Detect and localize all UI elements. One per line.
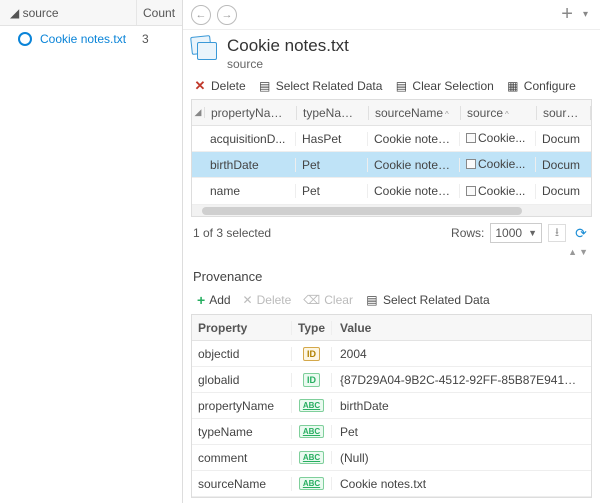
col-sourcename[interactable]: sourceName^ bbox=[369, 106, 461, 120]
selection-status: 1 of 3 selected bbox=[193, 226, 271, 240]
type-text-icon: ABC bbox=[299, 425, 324, 438]
select-related-icon: ▤ bbox=[365, 293, 379, 307]
records-grid: ◢ propertyName^ typeName^ sourceName^ so… bbox=[191, 99, 592, 217]
add-menu-chevron-icon[interactable]: ▾ bbox=[579, 9, 592, 20]
configure-icon: ▦ bbox=[506, 79, 520, 93]
configure-button[interactable]: ▦Configure bbox=[506, 79, 576, 93]
col-type[interactable]: Type bbox=[292, 321, 332, 335]
document-icon bbox=[191, 36, 219, 62]
prov-type-cell: ABC bbox=[292, 399, 332, 412]
detail-panel: ← → + ▾ Cookie notes.txt source ✕Delete … bbox=[183, 0, 600, 503]
prov-type-cell: ABC bbox=[292, 477, 332, 490]
provenance-row[interactable]: globalid ID {87D29A04-9B2C-4512-92FF-85B87… bbox=[192, 367, 591, 393]
rows-label: Rows: bbox=[451, 226, 484, 240]
nav-forward-button[interactable]: → bbox=[217, 5, 237, 25]
col-header-source[interactable]: ◢ source bbox=[0, 6, 136, 20]
plus-icon: + bbox=[197, 292, 205, 308]
delete-button[interactable]: ✕Delete bbox=[193, 79, 246, 93]
col-header-count[interactable]: Count bbox=[136, 0, 182, 25]
eraser-icon: ⌫ bbox=[303, 293, 320, 307]
select-related-icon: ▤ bbox=[258, 79, 272, 93]
source-list-header: ◢ source Count bbox=[0, 0, 182, 26]
top-toolbar: ← → + ▾ bbox=[183, 0, 600, 30]
prov-value-cell: Cookie notes.txt bbox=[332, 477, 591, 491]
records-grid-header: ◢ propertyName^ typeName^ sourceName^ so… bbox=[192, 100, 591, 126]
provenance-row[interactable]: propertyName ABC birthDate bbox=[192, 393, 591, 419]
doc-mini-icon bbox=[466, 186, 476, 196]
prov-value-cell: 2004 bbox=[332, 347, 591, 361]
prov-property-cell: sourceName bbox=[192, 477, 292, 491]
chevron-down-icon: ▼ bbox=[528, 228, 537, 238]
table-row[interactable]: acquisitionD... HasPet Cookie notes... C… bbox=[192, 126, 591, 152]
prov-property-cell: objectid bbox=[192, 347, 292, 361]
type-globalid-icon: ID bbox=[303, 373, 320, 387]
col-value[interactable]: Value bbox=[332, 321, 591, 335]
prov-type-cell: ABC bbox=[292, 425, 332, 438]
clear-selection-button[interactable]: ▤Clear Selection bbox=[394, 79, 493, 93]
horizontal-scrollbar[interactable] bbox=[192, 204, 591, 216]
provenance-row[interactable]: typeName ABC Pet bbox=[192, 419, 591, 445]
provenance-row[interactable]: objectid ID 2004 bbox=[192, 341, 591, 367]
prov-property-cell: typeName bbox=[192, 425, 292, 439]
detail-subtitle: source bbox=[227, 57, 349, 71]
add-button[interactable]: + bbox=[555, 3, 579, 26]
col-source[interactable]: source^ bbox=[461, 106, 537, 120]
doc-mini-icon bbox=[466, 159, 476, 169]
expand-collapse-handle[interactable]: ▲▼ bbox=[183, 247, 600, 257]
source-item-count: 3 bbox=[136, 32, 182, 46]
prov-value-cell: Pet bbox=[332, 425, 591, 439]
type-id-icon: ID bbox=[303, 347, 320, 361]
rows-dropdown[interactable]: 1000▼ bbox=[490, 223, 542, 243]
prov-value-cell: (Null) bbox=[332, 451, 591, 465]
delete-x-icon: ✕ bbox=[193, 79, 207, 93]
prov-value-cell: {87D29A04-9B2C-4512-92FF-85B87E941A1B} bbox=[332, 373, 591, 387]
provenance-grid-header: Property Type Value bbox=[192, 315, 591, 341]
prov-clear-button: ⌫Clear bbox=[303, 293, 353, 307]
radio-icon bbox=[18, 32, 32, 46]
source-list-item[interactable]: Cookie notes.txt 3 bbox=[0, 26, 182, 52]
doc-mini-icon bbox=[466, 133, 476, 143]
nav-back-button[interactable]: ← bbox=[191, 5, 211, 25]
prov-property-cell: globalid bbox=[192, 373, 292, 387]
provenance-row[interactable]: comment ABC (Null) bbox=[192, 445, 591, 471]
row-selector-header[interactable]: ◢ bbox=[192, 107, 205, 118]
type-text-icon: ABC bbox=[299, 477, 324, 490]
col-property[interactable]: Property bbox=[192, 321, 292, 335]
prov-value-cell: birthDate bbox=[332, 399, 591, 413]
prov-add-button[interactable]: +Add bbox=[197, 292, 231, 308]
delete-x-icon: ✕ bbox=[243, 293, 253, 307]
provenance-action-bar: +Add ✕ Delete ⌫Clear ▤Select Related Dat… bbox=[183, 288, 600, 314]
prov-property-cell: propertyName bbox=[192, 399, 292, 413]
refresh-button[interactable]: ⟳ bbox=[572, 224, 590, 242]
prov-delete-button: ✕ Delete bbox=[243, 293, 292, 307]
provenance-grid: Property Type Value objectid ID 2004 global… bbox=[191, 314, 592, 498]
prov-type-cell: ID bbox=[292, 373, 332, 387]
provenance-title: Provenance bbox=[183, 257, 600, 288]
record-action-bar: ✕Delete ▤Select Related Data ▤Clear Sele… bbox=[183, 75, 600, 99]
col-typename[interactable]: typeName^ bbox=[297, 106, 369, 120]
select-related-button[interactable]: ▤Select Related Data bbox=[258, 79, 383, 93]
source-list-panel: ◢ source Count Cookie notes.txt 3 bbox=[0, 0, 183, 503]
download-button[interactable]: ⭳ bbox=[548, 224, 566, 242]
prov-select-related-button[interactable]: ▤Select Related Data bbox=[365, 293, 490, 307]
type-text-icon: ABC bbox=[299, 451, 324, 464]
clear-selection-icon: ▤ bbox=[394, 79, 408, 93]
detail-header: Cookie notes.txt source bbox=[183, 30, 600, 75]
col-propertyname[interactable]: propertyName^ bbox=[205, 106, 297, 120]
prov-type-cell: ID bbox=[292, 347, 332, 361]
table-row[interactable]: name Pet Cookie notes... Cookie... Docum bbox=[192, 178, 591, 204]
type-text-icon: ABC bbox=[299, 399, 324, 412]
prov-property-cell: comment bbox=[192, 451, 292, 465]
source-item-label: Cookie notes.txt bbox=[40, 32, 136, 46]
detail-title: Cookie notes.txt bbox=[227, 36, 349, 56]
grid-status-bar: 1 of 3 selected Rows: 1000▼ ⭳ ⟳ bbox=[183, 217, 600, 247]
provenance-row[interactable]: sourceName ABC Cookie notes.txt bbox=[192, 471, 591, 497]
table-row[interactable]: birthDate Pet Cookie notes... Cookie... … bbox=[192, 152, 591, 178]
col-source2[interactable]: source^ bbox=[537, 106, 591, 120]
prov-type-cell: ABC bbox=[292, 451, 332, 464]
